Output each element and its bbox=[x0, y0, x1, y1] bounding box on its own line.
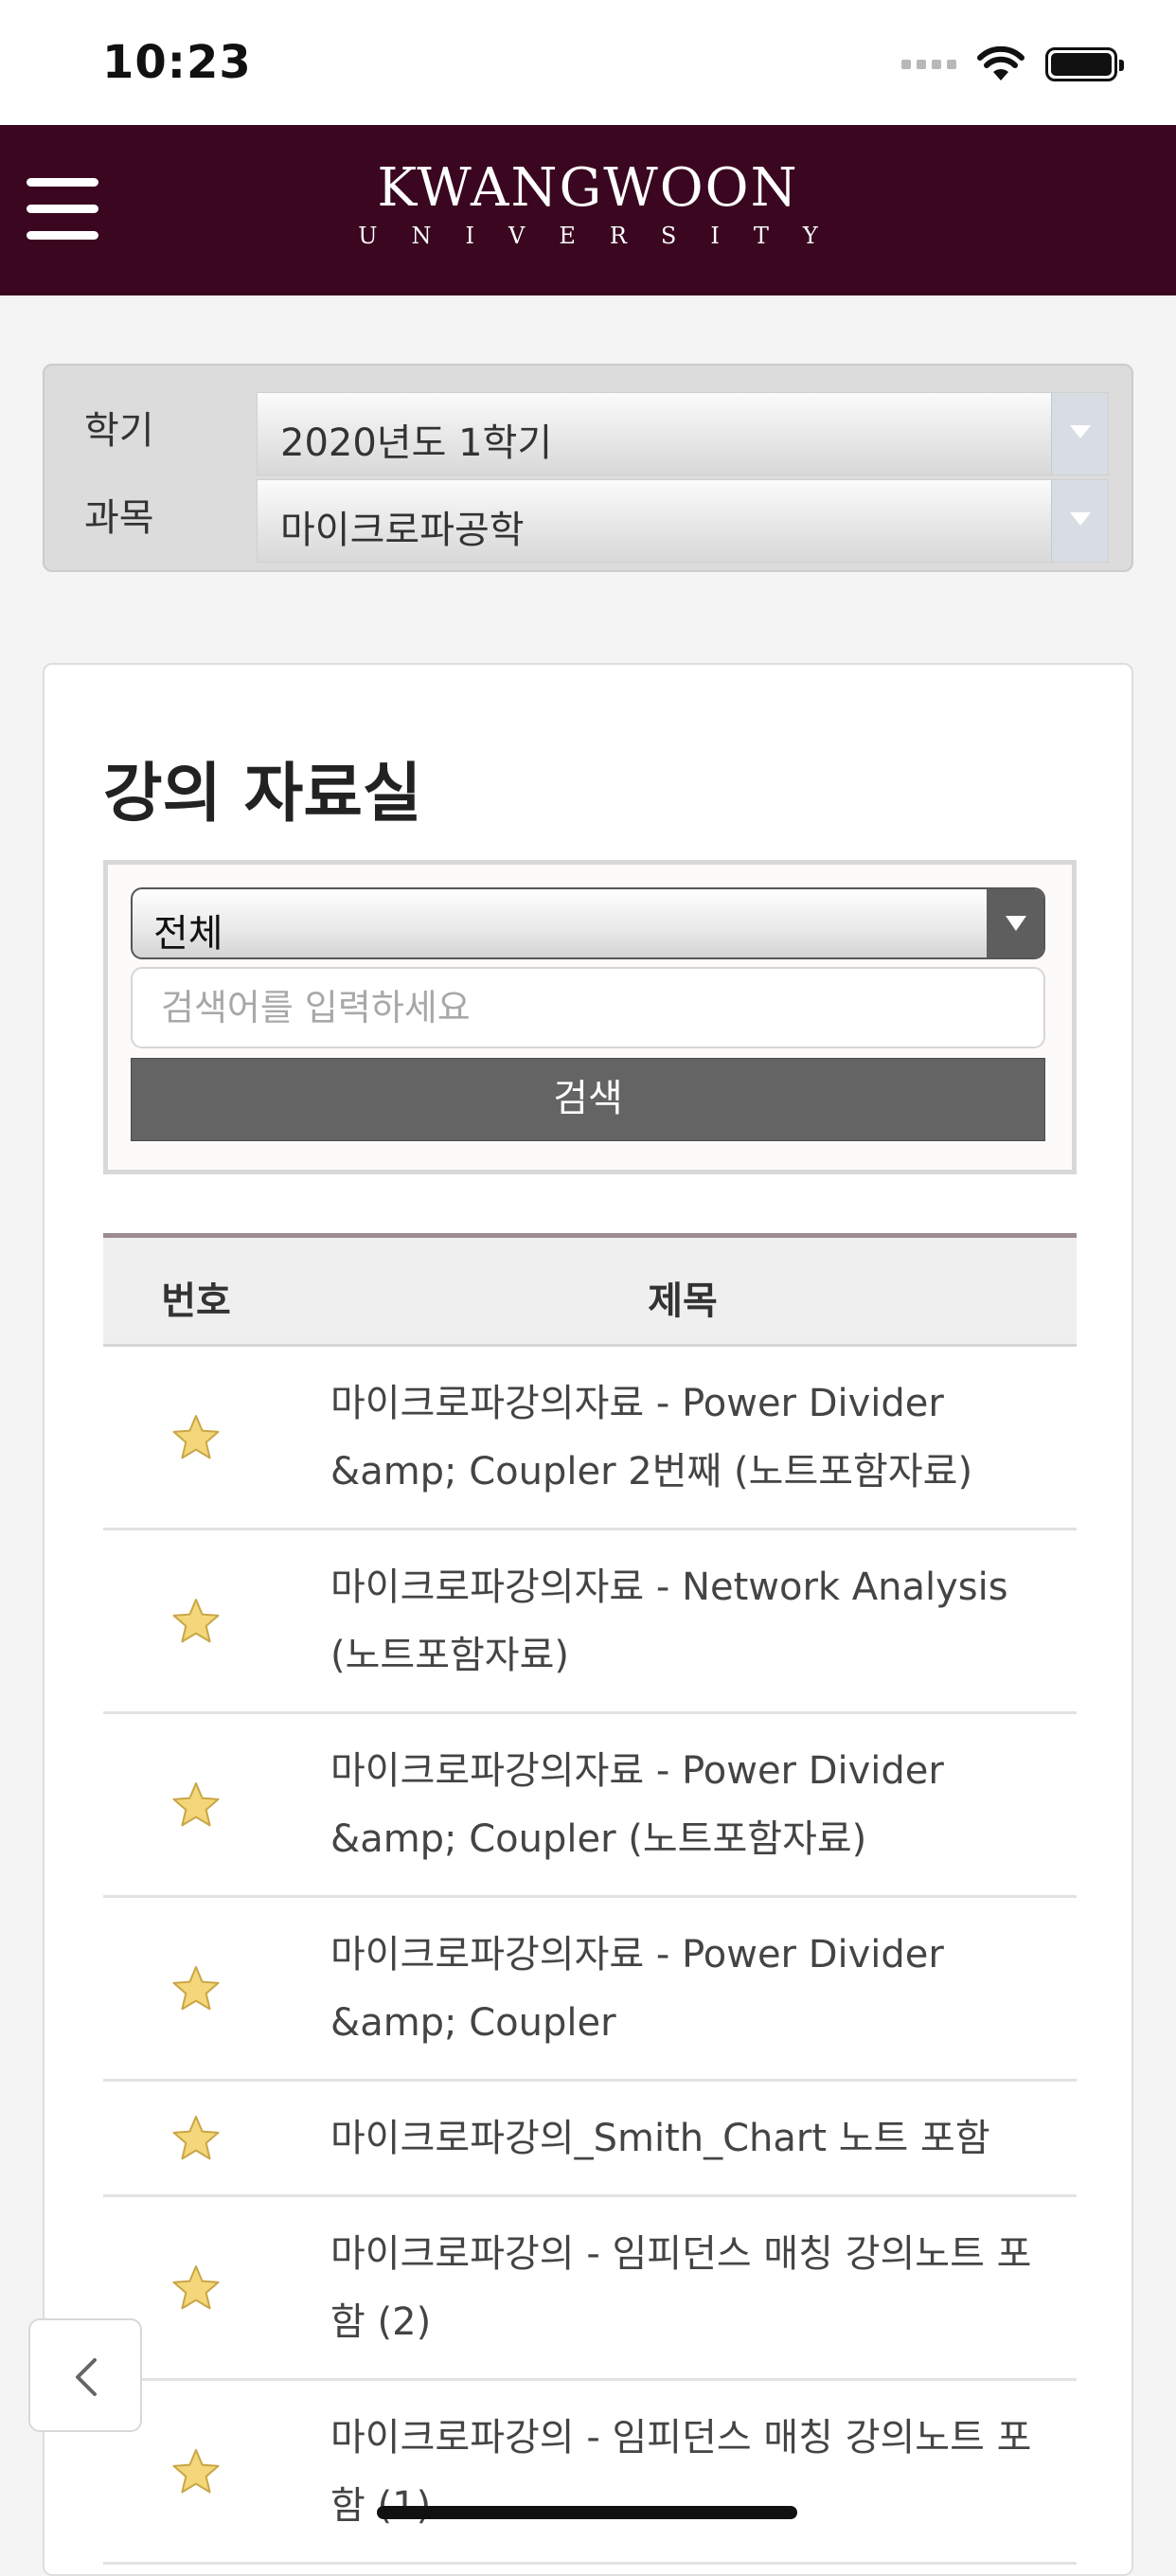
logo-main-text: KWANGWOON bbox=[377, 157, 799, 219]
status-time: 10:23 bbox=[102, 36, 252, 89]
star-icon bbox=[172, 1414, 220, 1458]
list-item[interactable]: 마이크로파강의자료 - Network Analysis (노트포함자료) bbox=[103, 1530, 1077, 1714]
search-category-value: 전체 bbox=[153, 912, 223, 956]
star-icon bbox=[172, 2115, 220, 2159]
star-icon bbox=[172, 1598, 220, 1642]
logo-sub-text: UNIVERSITY bbox=[358, 223, 852, 249]
list-item-title: 마이크로파강의 - 임피던스 매칭 강의노트 포함 (1) bbox=[330, 2416, 1032, 2528]
list-item-title: 마이크로파강의자료 - Network Analysis (노트포함자료) bbox=[330, 1565, 1008, 1677]
content-card: 강의 자료실 전체 검색 번호 제목 마이크로파강의자료 - Power Div… bbox=[43, 663, 1133, 2576]
materials-list: 번호 제목 마이크로파강의자료 - Power Divider &amp; Co… bbox=[103, 1233, 1077, 2565]
list-item-title: 마이크로파강의자료 - Power Divider &amp; Coupler … bbox=[330, 1749, 944, 1861]
list-header: 번호 제목 bbox=[103, 1233, 1077, 1347]
page-title: 강의 자료실 bbox=[103, 757, 422, 832]
triangle-down-icon bbox=[987, 889, 1043, 957]
semester-value: 2020년도 1학기 bbox=[280, 421, 553, 465]
list-item[interactable]: 마이크로파강의자료 - Power Divider &amp; Coupler bbox=[103, 1898, 1077, 2082]
star-icon bbox=[172, 1781, 220, 1826]
star-icon bbox=[172, 2448, 220, 2493]
search-category-select[interactable]: 전체 bbox=[131, 887, 1045, 959]
triangle-down-icon bbox=[1051, 393, 1108, 474]
triangle-down-icon bbox=[1051, 480, 1108, 562]
chevron-left-icon bbox=[76, 2358, 97, 2396]
search-input[interactable] bbox=[131, 967, 1045, 1048]
subject-value: 마이크로파공학 bbox=[280, 509, 525, 552]
list-item-title: 마이크로파강의자료 - Power Divider &amp; Coupler … bbox=[330, 1382, 973, 1494]
search-panel: 전체 검색 bbox=[103, 860, 1077, 1174]
star-icon bbox=[172, 1965, 220, 2010]
header-number: 번호 bbox=[161, 1279, 231, 1323]
list-item-title: 마이크로파강의자료 - Power Divider &amp; Coupler bbox=[330, 1933, 944, 2045]
home-indicator[interactable] bbox=[377, 2506, 797, 2519]
list-item-title: 마이크로파강의_Smith_Chart 노트 포함 bbox=[330, 2117, 990, 2160]
back-button[interactable] bbox=[28, 2318, 142, 2432]
wifi-icon bbox=[977, 46, 1025, 80]
list-item[interactable]: 마이크로파강의 - 임피던스 매칭 강의노트 포함 (2) bbox=[103, 2197, 1077, 2381]
star-icon bbox=[172, 2264, 220, 2309]
university-logo: KWANGWOON UNIVERSITY bbox=[0, 157, 1176, 252]
semester-label: 학기 bbox=[84, 409, 154, 453]
list-item[interactable]: 마이크로파강의 - 임피던스 매칭 강의노트 포함 (1) bbox=[103, 2381, 1077, 2565]
cellular-signal-icon bbox=[901, 60, 956, 69]
app-header: KWANGWOON UNIVERSITY bbox=[0, 125, 1176, 295]
list-item-title: 마이크로파강의 - 임피던스 매칭 강의노트 포함 (2) bbox=[330, 2232, 1032, 2344]
list-item[interactable]: 마이크로파강의자료 - Power Divider &amp; Coupler … bbox=[103, 1714, 1077, 1898]
semester-select[interactable]: 2020년도 1학기 bbox=[257, 392, 1109, 475]
list-item[interactable]: 마이크로파강의_Smith_Chart 노트 포함 bbox=[103, 2082, 1077, 2197]
battery-icon bbox=[1045, 47, 1124, 81]
status-bar: 10:23 bbox=[0, 0, 1176, 125]
search-button[interactable]: 검색 bbox=[131, 1058, 1045, 1141]
status-icons bbox=[901, 42, 1124, 87]
course-selector: 학기 2020년도 1학기 과목 마이크로파공학 bbox=[43, 364, 1133, 572]
subject-select[interactable]: 마이크로파공학 bbox=[257, 479, 1109, 563]
list-item[interactable]: 마이크로파강의자료 - Power Divider &amp; Coupler … bbox=[103, 1347, 1077, 1530]
header-title: 제목 bbox=[648, 1279, 718, 1323]
subject-label: 과목 bbox=[84, 496, 154, 540]
